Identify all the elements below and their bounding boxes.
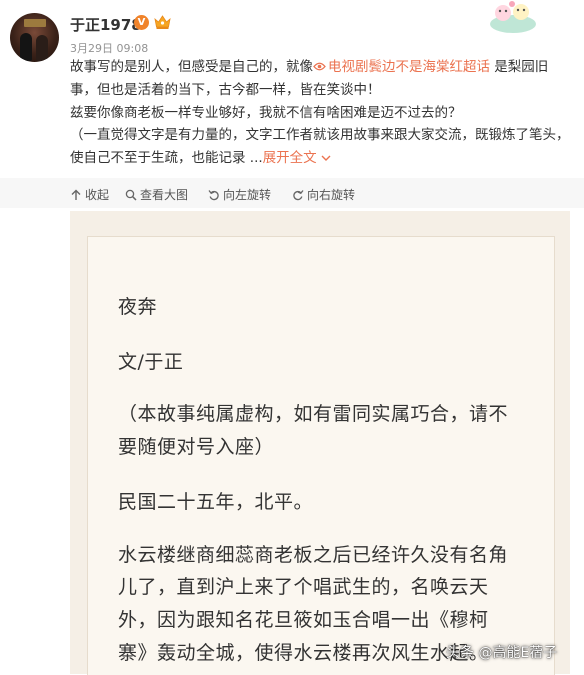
rotate-right-button[interactable]: 向右旋转 (292, 186, 355, 203)
view-large-button[interactable]: 查看大图 (125, 186, 188, 203)
crown-icon[interactable] (154, 14, 171, 30)
view-large-label: 查看大图 (140, 188, 189, 202)
post-timestamp[interactable]: 3月29日 09:08 (70, 40, 148, 56)
post-paragraph: （一直觉得文字是有力量的，文字工作者就该用故事来跟大家交流，既锻炼了笔头，使自己… (70, 124, 570, 170)
collapse-icon (71, 189, 81, 200)
rotate-right-label: 向右旋转 (307, 188, 356, 202)
avatar-figure (36, 35, 48, 61)
rotate-left-icon (208, 190, 219, 201)
document-paragraph-line: 外，因为跟知名花旦筱如玉合唱一出《穆柯 (118, 609, 489, 631)
topic-link[interactable]: 电视剧鬓边不是海棠红超话 (313, 59, 490, 75)
document-paragraph-line: 水云楼继商细蕊商老板之后已经许久没有名角 (118, 544, 509, 566)
post-paragraph: 故事写的是别人，但感受是自己的，就像 电视剧鬓边不是海棠红超话 是梨园旧事，但也是… (70, 56, 570, 102)
expand-label: 展开全文 (262, 150, 317, 167)
post-paragraph: 兹要你像商老板一样专业够好，我就不信有啥困难是迈不过去的？ (70, 104, 462, 121)
watermark: 头条 @高能E蓿子 (446, 645, 558, 661)
rotate-right-icon (293, 190, 304, 201)
topic-icon (313, 62, 326, 71)
avatar-sign (24, 19, 46, 27)
collapse-button[interactable]: 收起 (70, 186, 109, 203)
avatar[interactable] (10, 13, 59, 62)
image-toolbar: 收起 查看大图 向左旋转 向右旋转 (0, 178, 584, 208)
post-text: 故事写的是别人，但感受是自己的，就像 电视剧鬓边不是海棠红超话 是梨园旧事，但也是… (70, 56, 570, 170)
topic-link-label: 电视剧鬓边不是海棠红超话 (328, 59, 490, 75)
username[interactable]: 于正1978 (70, 14, 142, 35)
document-disclaimer: 要随便对号入座） (118, 436, 275, 458)
verified-icon: V (134, 15, 149, 30)
rotate-left-label: 向左旋转 (223, 188, 272, 202)
document-disclaimer: （本故事纯属虚构，如有雷同实属巧合，请不 (118, 403, 509, 425)
post-text-segment: 故事写的是别人，但感受是自己的，就像 (70, 59, 313, 75)
chevron-down-icon (321, 155, 331, 162)
document-title: 夜奔 (118, 296, 158, 318)
avatar-figure (20, 33, 32, 61)
expand-full-text-link[interactable]: 展开全文 (263, 150, 331, 166)
collapse-label: 收起 (85, 188, 110, 202)
document-author: 文/于正 (118, 351, 184, 373)
view-large-icon (125, 189, 137, 201)
rotate-left-button[interactable]: 向左旋转 (208, 186, 271, 203)
decoration-sticker-icon (490, 1, 536, 33)
document-setting: 民国二十五年，北平。 (118, 491, 314, 513)
document-paragraph-line: 儿了，直到沪上来了个唱武生的，名唤云天 (118, 576, 489, 598)
